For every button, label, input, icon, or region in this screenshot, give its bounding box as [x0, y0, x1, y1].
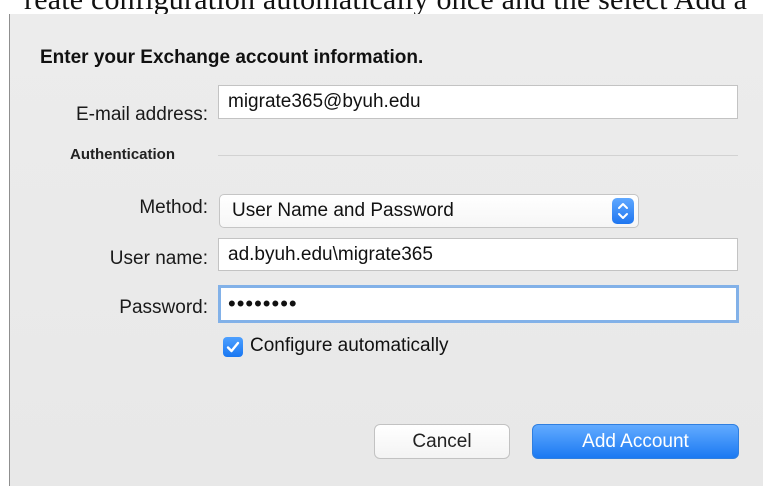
configure-automatically-checkbox[interactable] [223, 337, 243, 357]
method-select[interactable]: User Name and Password [219, 194, 639, 228]
username-label: User name: [109, 248, 208, 269]
password-label: Password: [119, 297, 208, 318]
authentication-section-label: Authentication [70, 146, 175, 163]
email-field[interactable]: migrate365@byuh.edu [218, 85, 738, 119]
method-selected-value: User Name and Password [232, 200, 454, 221]
email-label: E-mail address: [76, 104, 208, 125]
add-account-button[interactable]: Add Account [532, 424, 739, 459]
cancel-button[interactable]: Cancel [374, 424, 510, 459]
section-divider [218, 155, 738, 156]
chevron-updown-icon[interactable] [612, 198, 634, 224]
password-field[interactable]: •••••••• [218, 285, 739, 323]
username-field[interactable]: ad.byuh.edu\migrate365 [218, 238, 738, 271]
method-label: Method: [139, 197, 208, 218]
configure-automatically-label[interactable]: Configure automatically [250, 335, 449, 357]
dialog-heading: Enter your Exchange account information. [40, 47, 424, 68]
exchange-account-dialog: Enter your Exchange account information.… [10, 14, 763, 486]
checkmark-icon [226, 341, 240, 353]
